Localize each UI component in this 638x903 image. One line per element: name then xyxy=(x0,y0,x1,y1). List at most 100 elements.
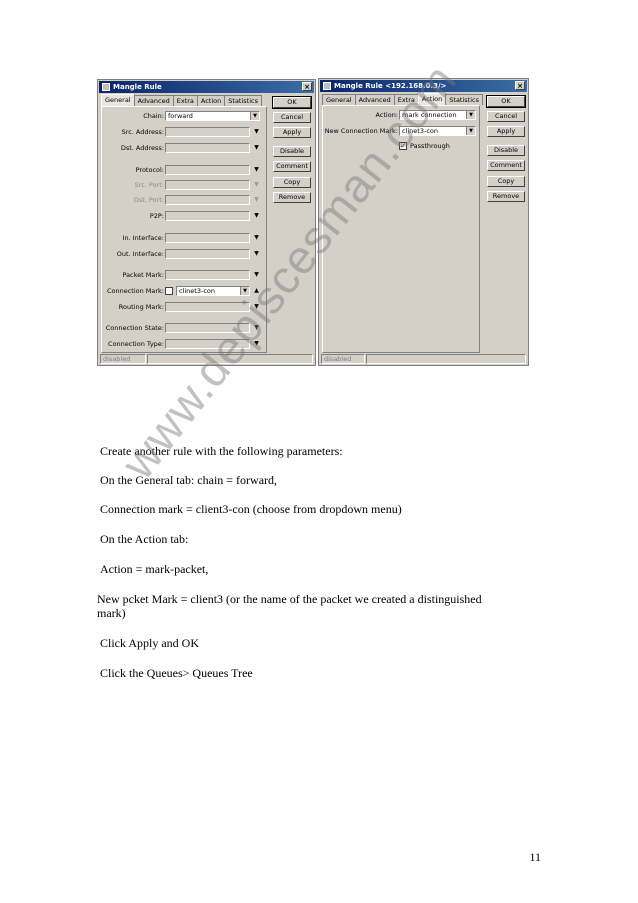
dst-address-field[interactable] xyxy=(165,143,250,153)
protocol-field[interactable] xyxy=(165,165,250,175)
chevron-down-icon[interactable]: ▼ xyxy=(250,112,259,120)
connection-mark-select[interactable]: clinet3-con ▼ xyxy=(176,286,250,296)
tab-extra[interactable]: Extra xyxy=(393,94,419,105)
expand-arrow-icon[interactable]: ▼ xyxy=(252,270,261,280)
dialog-title: Mangle Rule <192.168.0.3/> xyxy=(334,82,447,90)
tab-statistics[interactable]: Statistics xyxy=(224,95,262,106)
copy-button[interactable]: Copy xyxy=(487,176,525,187)
dialog-title-bar[interactable]: Mangle Rule × xyxy=(99,81,314,93)
tab-general[interactable]: General xyxy=(322,94,356,105)
comment-button[interactable]: Comment xyxy=(273,161,311,172)
new-connection-mark-select[interactable]: clinet3-con ▼ xyxy=(399,126,476,136)
instruction-general-tab: On the General tab: chain = forward, xyxy=(100,473,278,487)
connection-mark-invert-checkbox[interactable] xyxy=(165,287,173,295)
expand-arrow-icon[interactable]: ▼ xyxy=(252,127,261,137)
cancel-button[interactable]: Cancel xyxy=(487,111,525,122)
packet-mark-label: Packet Mark: xyxy=(122,271,164,279)
in-interface-field[interactable] xyxy=(165,233,250,243)
tab-advanced[interactable]: Advanced xyxy=(133,95,174,106)
chevron-down-icon[interactable]: ▼ xyxy=(466,127,475,135)
expand-arrow-icon[interactable]: ▼ xyxy=(252,323,261,333)
src-address-field[interactable] xyxy=(165,127,250,137)
ok-button[interactable]: OK xyxy=(272,96,312,109)
dst-address-label: Dst. Address: xyxy=(120,144,164,152)
routing-mark-label: Routing Mark: xyxy=(118,303,164,311)
page-number: 11 xyxy=(529,850,541,864)
connection-type-field[interactable] xyxy=(165,339,250,349)
dialog-title: Mangle Rule xyxy=(113,83,162,91)
out-interface-field[interactable] xyxy=(165,249,250,259)
out-interface-label: Out. Interface: xyxy=(116,250,164,258)
ok-button[interactable]: OK xyxy=(486,95,526,108)
expand-arrow-icon[interactable]: ▼ xyxy=(252,339,261,349)
expand-arrow-icon: ▼ xyxy=(254,181,259,188)
src-port-label: Src. Port: xyxy=(134,181,164,189)
expand-arrow-icon[interactable]: ▼ xyxy=(252,233,261,243)
tab-extra[interactable]: Extra xyxy=(172,95,198,106)
tab-action[interactable]: Action xyxy=(196,95,226,106)
comment-button[interactable]: Comment xyxy=(487,160,525,171)
chain-select[interactable]: forward ▼ xyxy=(165,111,260,121)
apply-button[interactable]: Apply xyxy=(273,127,311,138)
action-tab-panel: Action: mark connection ▼ New Connection… xyxy=(322,105,480,353)
window-icon xyxy=(102,83,110,91)
cancel-button[interactable]: Cancel xyxy=(273,112,311,123)
tab-statistics[interactable]: Statistics xyxy=(445,94,483,105)
dst-port-field xyxy=(165,195,250,205)
apply-button[interactable]: Apply xyxy=(487,126,525,137)
general-tab-panel: Chain: forward ▼ Src. Address: ▼ Dst. Ad… xyxy=(101,106,267,353)
instruction-connection-mark: Connection mark = client3-con (choose fr… xyxy=(100,502,402,516)
close-icon[interactable]: × xyxy=(515,81,525,90)
instruction-new-packet-mark-cont: mark) xyxy=(97,606,126,620)
expand-arrow-icon[interactable]: ▼ xyxy=(252,165,261,175)
p2p-label: P2P: xyxy=(149,212,164,220)
chain-label: Chain: xyxy=(143,112,164,120)
action-label: Action: xyxy=(375,111,398,119)
instruction-queues-tree: Click the Queues> Queues Tree xyxy=(100,666,253,680)
in-interface-label: In. Interface: xyxy=(122,234,164,242)
status-bar-extra xyxy=(366,354,526,364)
passthrough-checkbox[interactable]: ✓ xyxy=(399,142,407,150)
disable-button[interactable]: Disable xyxy=(273,146,311,157)
copy-button[interactable]: Copy xyxy=(273,177,311,188)
instruction-create-rule: Create another rule with the following p… xyxy=(100,444,343,458)
connection-mark-label: Connection Mark: xyxy=(106,287,164,295)
remove-button[interactable]: Remove xyxy=(487,191,525,202)
disable-button[interactable]: Disable xyxy=(487,145,525,156)
expand-arrow-icon[interactable]: ▼ xyxy=(252,302,261,312)
action-select[interactable]: mark connection ▼ xyxy=(399,110,476,120)
mangle-rule-dialog-right: Mangle Rule <192.168.0.3/> × General Adv… xyxy=(318,78,529,366)
tab-advanced[interactable]: Advanced xyxy=(354,94,395,105)
dialog-tabs: General Advanced Extra Action Statistics xyxy=(101,94,262,107)
instruction-action-value: Action = mark-packet, xyxy=(100,562,209,576)
close-icon[interactable]: × xyxy=(302,82,312,91)
chevron-down-icon[interactable]: ▼ xyxy=(240,287,249,295)
instruction-new-packet-mark: New pcket Mark = client3 (or the name of… xyxy=(97,592,482,606)
src-address-label: Src. Address: xyxy=(121,128,164,136)
expand-arrow-icon: ▼ xyxy=(254,196,259,203)
packet-mark-field[interactable] xyxy=(165,270,250,280)
dst-port-label: Dst. Port: xyxy=(133,196,164,204)
chevron-down-icon[interactable]: ▼ xyxy=(466,111,475,119)
expand-arrow-icon[interactable]: ▼ xyxy=(252,143,261,153)
instruction-action-tab: On the Action tab: xyxy=(100,532,189,546)
expand-arrow-icon[interactable]: ▼ xyxy=(252,249,261,259)
connection-type-label: Connection Type: xyxy=(108,340,164,348)
expand-arrow-icon[interactable]: ▼ xyxy=(252,211,261,221)
status-bar-extra xyxy=(147,354,313,364)
connection-state-field[interactable] xyxy=(165,323,250,333)
mangle-rule-dialog-left: Mangle Rule × General Advanced Extra Act… xyxy=(97,79,316,366)
dialog-title-bar[interactable]: Mangle Rule <192.168.0.3/> × xyxy=(320,80,527,92)
passthrough-label: Passthrough xyxy=(410,142,450,150)
dialog-tabs: General Advanced Extra Action Statistics xyxy=(322,93,483,106)
status-bar: disabled xyxy=(100,354,146,364)
connection-state-label: Connection State: xyxy=(105,324,164,332)
remove-button[interactable]: Remove xyxy=(273,192,311,203)
collapse-arrow-icon[interactable]: ▲ xyxy=(252,286,261,296)
status-bar: disabled xyxy=(321,354,365,364)
protocol-label: Protocol: xyxy=(135,166,164,174)
new-connection-mark-label: New Connection Mark: xyxy=(324,127,398,135)
p2p-field[interactable] xyxy=(165,211,250,221)
instruction-apply-ok: Click Apply and OK xyxy=(100,636,199,650)
routing-mark-field[interactable] xyxy=(165,302,250,312)
